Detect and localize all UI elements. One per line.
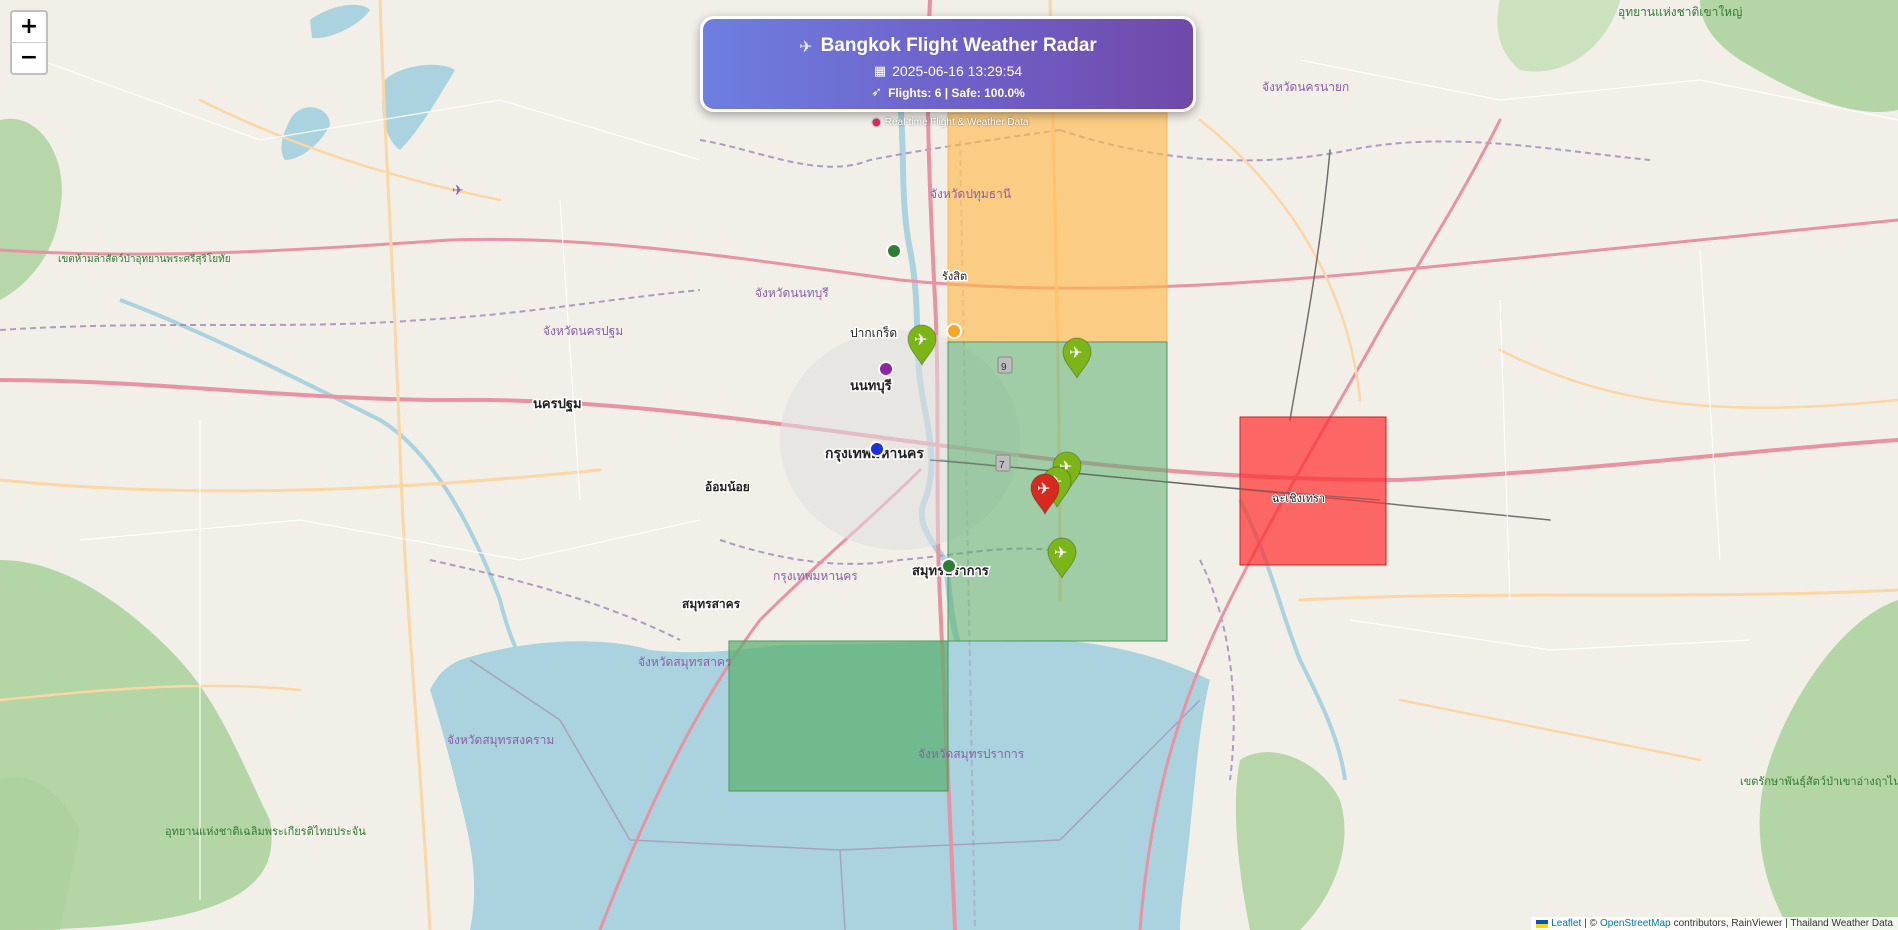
weather-station-marker[interactable] — [886, 243, 902, 259]
label-park-bangkrachao: เขตห้ามล่าสัตว์ป่าอุทยานพระศรีสุริโยทัย — [58, 252, 231, 265]
label-park-khaoyai: อุทยานแห่งชาติเขาใหญ่ — [1618, 5, 1742, 20]
ukraine-flag-icon — [1536, 919, 1549, 928]
svg-text:✈: ✈ — [452, 183, 464, 199]
label-pakkret: ปากเกร็ด — [850, 325, 897, 340]
airplane-icon: ✈ — [799, 36, 813, 56]
label-samutsakhon: สมุทรสาคร — [682, 597, 741, 612]
attribution-sep: | © — [1584, 918, 1597, 929]
svg-text:9: 9 — [1001, 362, 1007, 373]
flight-stats: Flights: 6 | Safe: 100.0% — [888, 85, 1025, 100]
svg-text:7: 7 — [999, 460, 1005, 471]
label-prov-nonthaburi: จังหวัดนนทบุรี — [755, 286, 829, 301]
label-park-kaengkrachan: อุทยานแห่งชาติเฉลิมพระเกียรติไทยประจัน — [165, 825, 366, 838]
airplane-icon: ✈ — [1037, 479, 1050, 498]
label-prov-bangkok: กรุงเทพมหานคร — [773, 569, 858, 584]
weather-station-marker[interactable] — [878, 361, 894, 377]
label-prov-nakhonpathom: จังหวัดนครปฐม — [543, 324, 623, 338]
weather-station-marker[interactable] — [941, 558, 957, 574]
weather-station-marker[interactable] — [869, 441, 885, 457]
datetime-text: 2025-06-16 13:29:54 — [892, 63, 1023, 79]
map-pin-icon: ● — [872, 117, 881, 128]
tagline: ● Real-time Flight & Weather Data — [872, 117, 1029, 128]
label-omnoi: อ้อมน้อย — [705, 480, 750, 494]
page-title: Bangkok Flight Weather Radar — [820, 35, 1097, 56]
airplane-icon: ✈ — [914, 330, 927, 349]
airplane-icon: ✈ — [1054, 543, 1067, 562]
label-park-phanthusawat: เขตรักษาพันธุ์สัตว์ป่าเขาอ่างฤาไน — [1740, 775, 1898, 788]
label-prov-samutprakan: จังหวัดสมุทรปราการ — [918, 747, 1025, 762]
base-map[interactable]: ✈ 9 7 กรุงเทพมหานคร นนทบุรี ปากเกร็ด สมุ… — [0, 0, 1898, 930]
zoom-in-button[interactable]: + — [12, 12, 46, 42]
label-rangsit: รังสิต — [942, 271, 967, 283]
rocket-icon: ➶ — [871, 85, 883, 100]
airplane-icon: ✈ — [1069, 343, 1082, 362]
tagline-text: Real-time Flight & Weather Data — [884, 117, 1029, 128]
label-prov-pathumthani: จังหวัดปทุมธานี — [930, 187, 1011, 202]
label-prov-samutsakhon: จังหวัดสมุทรสาคร — [638, 655, 732, 670]
label-chachoengsao: ฉะเชิงเทรา — [1272, 493, 1325, 505]
attribution-rest: contributors, RainViewer | Thailand Weat… — [1673, 918, 1893, 929]
weather-station-marker[interactable] — [946, 323, 962, 339]
label-prov-nakhonnayok: จังหวัดนครนายก — [1262, 80, 1349, 94]
calendar-icon: ▦ — [873, 63, 887, 79]
zoom-out-button[interactable]: − — [12, 42, 46, 73]
leaflet-link[interactable]: Leaflet — [1551, 918, 1581, 929]
zoom-control: + − — [10, 10, 48, 75]
label-prov-samutsongkhram: จังหวัดสมุทรสงคราม — [447, 733, 554, 748]
label-nonthaburi: นนทบุรี — [850, 378, 892, 394]
map-container[interactable]: ✈ 9 7 กรุงเทพมหานคร นนทบุรี ปากเกร็ด สมุ… — [0, 0, 1898, 930]
osm-link[interactable]: OpenStreetMap — [1600, 918, 1671, 929]
map-attribution: Leaflet | © OpenStreetMap contributors, … — [1531, 917, 1898, 930]
label-nakhonpathom: นครปฐม — [533, 396, 582, 413]
title-panel: ✈ Bangkok Flight Weather Radar ▦ 2025-06… — [700, 16, 1196, 112]
